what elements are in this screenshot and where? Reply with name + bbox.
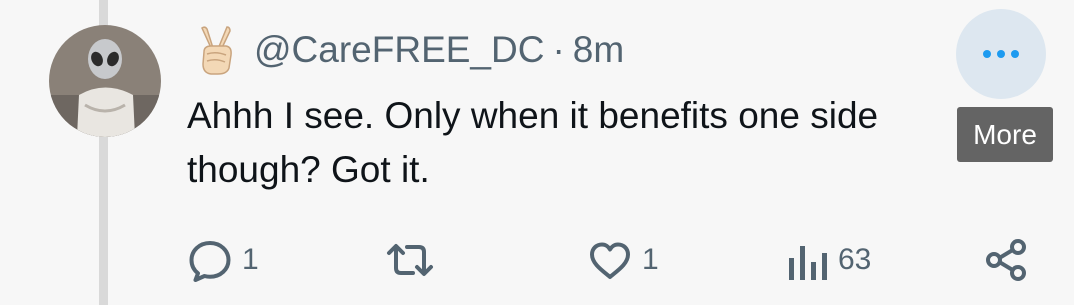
alien-icon — [88, 39, 122, 79]
header-separator: · — [552, 29, 565, 70]
bar-chart-icon — [786, 236, 830, 284]
like-button[interactable]: 1 — [586, 232, 659, 288]
share-button[interactable] — [982, 232, 1030, 288]
tweet-text: Ahhh I see. Only when it benefits one si… — [187, 95, 879, 190]
victory-hand-icon — [194, 24, 236, 76]
retweet-button[interactable] — [384, 232, 436, 288]
timestamp[interactable]: 8m — [573, 29, 624, 71]
reply-button[interactable]: 1 — [186, 232, 259, 288]
views-button[interactable]: 63 — [786, 232, 871, 288]
retweet-icon — [384, 236, 436, 284]
ellipsis-icon — [981, 49, 1021, 59]
more-tooltip: More — [957, 107, 1053, 162]
like-count: 1 — [642, 243, 659, 276]
avatar[interactable] — [49, 25, 161, 137]
more-button[interactable] — [956, 9, 1046, 99]
share-icon — [982, 236, 1030, 284]
views-count: 63 — [838, 243, 872, 276]
heart-icon — [586, 236, 634, 284]
speech-bubble-icon — [186, 236, 234, 284]
author-handle[interactable]: @CareFREE_DC — [254, 29, 544, 71]
tweet-header: @CareFREE_DC · 8m — [194, 23, 624, 77]
reply-count: 1 — [242, 243, 259, 276]
